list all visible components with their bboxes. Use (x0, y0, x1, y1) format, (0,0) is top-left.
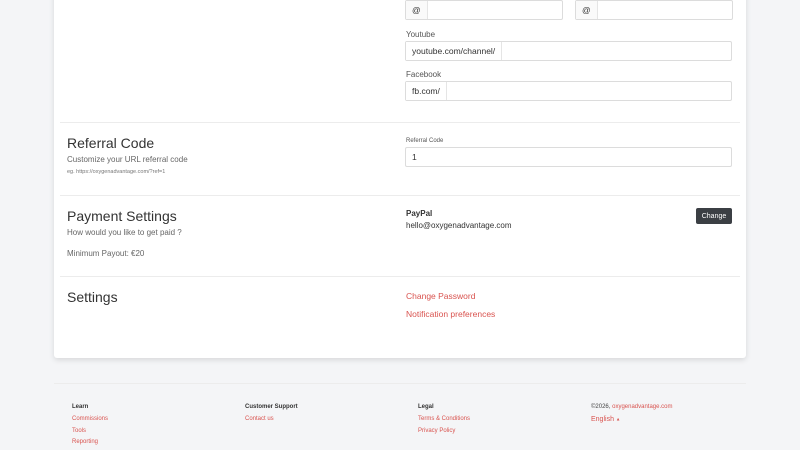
footer-copyright: ©2026, oxygenadvantage.com (591, 404, 672, 410)
payment-title: Payment Settings (67, 208, 177, 224)
footer-support-heading: Customer Support (245, 404, 298, 410)
at-symbol-addon: @ (406, 1, 428, 19)
instagram-handle-input[interactable]: @ (575, 0, 733, 20)
notification-preferences-link[interactable]: Notification preferences (406, 309, 495, 319)
at-symbol-addon: @ (576, 1, 598, 19)
footer-divider (54, 383, 746, 384)
youtube-input[interactable]: youtube.com/channel/ (405, 41, 732, 61)
section-divider (60, 195, 740, 196)
change-payment-button[interactable]: Change (696, 208, 732, 224)
language-label: English (591, 416, 614, 423)
referral-field-label: Referral Code (406, 138, 444, 144)
caret-up-icon: ▲ (615, 416, 621, 422)
youtube-prefix: youtube.com/channel/ (406, 42, 503, 60)
minimum-payout: Minimum Payout: €20 (67, 249, 145, 258)
referral-description: Customize your URL referral code (67, 155, 188, 164)
payment-method: PayPal (406, 209, 433, 218)
copyright-text: ©2026, (591, 404, 611, 410)
footer-legal-heading: Legal (418, 404, 434, 410)
footer-link-commissions[interactable]: Commissions (72, 416, 108, 422)
footer-link-contact[interactable]: Contact us (245, 416, 274, 422)
language-selector[interactable]: English ▲ (591, 416, 620, 423)
settings-title: Settings (67, 289, 118, 305)
footer-link-terms[interactable]: Terms & Conditions (418, 416, 470, 422)
footer-link-tools[interactable]: Tools (72, 428, 86, 434)
facebook-prefix: fb.com/ (406, 82, 447, 100)
footer-learn-heading: Learn (72, 404, 89, 410)
section-divider (60, 122, 740, 123)
footer-link-reporting[interactable]: Reporting (72, 439, 98, 445)
facebook-label: Facebook (406, 70, 442, 79)
footer-link-privacy[interactable]: Privacy Policy (418, 428, 455, 434)
referral-example: eg. https://oxygenadvantage.com/?ref=1 (67, 169, 166, 175)
section-divider (60, 276, 740, 277)
payment-description: How would you like to get paid ? (67, 228, 182, 237)
referral-code-input[interactable]: 1 (405, 147, 732, 167)
twitter-handle-input[interactable]: @ (405, 0, 563, 20)
facebook-input[interactable]: fb.com/ (405, 81, 732, 101)
payment-email: hello@oxygenadvantage.com (406, 221, 512, 230)
copyright-site-link[interactable]: oxygenadvantage.com (612, 404, 672, 410)
change-password-link[interactable]: Change Password (406, 291, 475, 301)
youtube-label: Youtube (406, 30, 436, 39)
referral-title: Referral Code (67, 135, 155, 151)
